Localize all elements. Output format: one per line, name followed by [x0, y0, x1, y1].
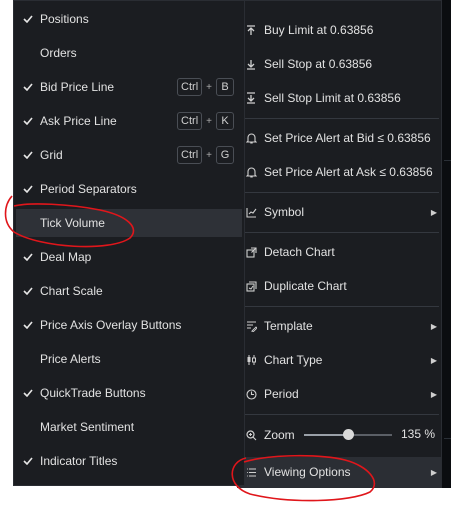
zoom-slider-fill: [304, 434, 348, 436]
submenu-arrow-icon: ▶: [430, 389, 438, 399]
menu-item-label: Buy Limit at 0.63856: [264, 23, 374, 37]
shortcut-plus: +: [206, 115, 212, 127]
submenu-item-label: Price Axis Overlay Buttons: [40, 318, 182, 332]
submenu-item-price-alerts[interactable]: Price Alerts: [16, 345, 242, 373]
keyboard-shortcut: Ctrl + G: [177, 146, 234, 164]
submenu-item-market-sentiment[interactable]: Market Sentiment: [16, 413, 242, 441]
submenu-item-label: Period Separators: [40, 182, 137, 196]
menu-item-chart-type[interactable]: Chart Type ▶: [238, 345, 441, 375]
submenu-item-label: Orders: [40, 46, 77, 60]
submenu-item-deal-map[interactable]: Deal Map: [16, 243, 242, 271]
submenu-item-label: QuickTrade Buttons: [40, 386, 146, 400]
submenu-item-ask-price-line[interactable]: Ask Price Line Ctrl + K: [16, 107, 242, 135]
shortcut-plus: +: [206, 81, 212, 93]
menu-item-label: Set Price Alert at Bid ≤ 0.63856: [264, 131, 431, 145]
submenu-item-label: Deal Map: [40, 250, 92, 264]
menu-item-zoom: Zoom 135 %: [238, 419, 441, 451]
submenu-arrow-icon: ▶: [430, 355, 438, 365]
submenu-item-label: Ask Price Line: [40, 114, 117, 128]
checkmark-icon: [16, 15, 40, 23]
menu-item-label: Sell Stop at 0.63856: [264, 57, 373, 71]
submenu-item-positions[interactable]: Positions: [16, 5, 242, 33]
submenu-item-indicator-titles[interactable]: Indicator Titles: [16, 447, 242, 475]
menu-item-template[interactable]: Template ▶: [238, 311, 441, 341]
menu-item-label: Chart Type: [264, 353, 323, 367]
menu-separator: [240, 306, 439, 307]
menu-separator: [240, 192, 439, 193]
menu-item-label: Detach Chart: [264, 245, 335, 259]
viewing-options-submenu: Positions Orders Bid Price Line Ctrl + B Ask P…: [13, 0, 245, 486]
checkmark-icon: [16, 185, 40, 193]
menu-item-label: Viewing Options: [264, 465, 351, 479]
checkmark-icon: [16, 389, 40, 397]
chart-gridline: [444, 438, 451, 439]
submenu-item-label: Bid Price Line: [40, 80, 115, 94]
checkmark-icon: [16, 253, 40, 261]
keyboard-shortcut: Ctrl + K: [177, 112, 234, 130]
submenu-item-label: Market Sentiment: [40, 420, 135, 434]
menu-item-buy-limit[interactable]: Buy Limit at 0.63856: [238, 15, 441, 45]
submenu-item-label: Price Alerts: [40, 352, 101, 366]
submenu-item-quicktrade-buttons[interactable]: QuickTrade Buttons: [16, 379, 242, 407]
menu-item-alert-ask[interactable]: Set Price Alert at Ask ≤ 0.63856: [238, 157, 441, 187]
zoom-value: 135 %: [400, 427, 435, 441]
submenu-arrow-icon: ▶: [430, 321, 438, 331]
menu-item-label: Sell Stop Limit at 0.63856: [264, 91, 401, 105]
chart-gridline: [444, 160, 451, 161]
shortcut-key-letter: G: [216, 146, 234, 164]
submenu-item-grid[interactable]: Grid Ctrl + G: [16, 141, 242, 169]
menu-item-period[interactable]: Period ▶: [238, 379, 441, 409]
submenu-item-label: Tick Volume: [40, 216, 105, 230]
checkmark-icon: [16, 287, 40, 295]
menu-item-viewing-options[interactable]: Viewing Options ▶: [238, 457, 441, 487]
menu-item-label: Duplicate Chart: [264, 279, 347, 293]
menu-item-label: Set Price Alert at Ask ≤ 0.63856: [264, 165, 433, 179]
shortcut-key-ctrl: Ctrl: [177, 112, 203, 130]
menu-item-sell-stop-limit[interactable]: Sell Stop Limit at 0.63856: [238, 83, 441, 113]
menu-separator: [240, 232, 439, 233]
submenu-item-tick-volume[interactable]: Tick Volume: [16, 209, 242, 237]
submenu-item-price-axis-overlay-buttons[interactable]: Price Axis Overlay Buttons: [16, 311, 242, 339]
submenu-item-label: Chart Scale: [40, 284, 103, 298]
menu-item-label: Period: [264, 387, 299, 401]
submenu-item-label: Positions: [40, 12, 89, 26]
checkmark-icon: [16, 457, 40, 465]
checkmark-icon: [16, 83, 40, 91]
shortcut-key-ctrl: Ctrl: [177, 146, 203, 164]
keyboard-shortcut: Ctrl + B: [177, 78, 234, 96]
submenu-item-orders[interactable]: Orders: [16, 39, 242, 67]
submenu-arrow-icon: ▶: [430, 467, 438, 477]
menu-separator: [240, 414, 439, 415]
shortcut-plus: +: [206, 149, 212, 161]
checkmark-icon: [16, 151, 40, 159]
zoom-slider-thumb[interactable]: [343, 429, 354, 440]
shortcut-key-ctrl: Ctrl: [177, 78, 203, 96]
submenu-arrow-icon: ▶: [430, 207, 438, 217]
checkmark-icon: [16, 117, 40, 125]
menu-item-symbol[interactable]: Symbol ▶: [238, 197, 441, 227]
shortcut-key-letter: B: [216, 78, 234, 96]
menu-item-label: Symbol: [264, 205, 305, 219]
checkmark-icon: [16, 321, 40, 329]
menu-item-alert-bid[interactable]: Set Price Alert at Bid ≤ 0.63856: [238, 123, 441, 153]
menu-item-label: Template: [264, 319, 313, 333]
submenu-item-chart-scale[interactable]: Chart Scale: [16, 277, 242, 305]
chart-context-menu: Buy Limit at 0.63856 Sell Stop at 0.6385…: [237, 0, 442, 488]
submenu-item-bid-price-line[interactable]: Bid Price Line Ctrl + B: [16, 73, 242, 101]
submenu-item-period-separators[interactable]: Period Separators: [16, 175, 242, 203]
shortcut-key-letter: K: [216, 112, 234, 130]
menu-separator: [240, 118, 439, 119]
menu-item-duplicate-chart[interactable]: Duplicate Chart: [238, 271, 441, 301]
menu-item-detach-chart[interactable]: Detach Chart: [238, 237, 441, 267]
submenu-item-label: Indicator Titles: [40, 454, 118, 468]
menu-item-sell-stop[interactable]: Sell Stop at 0.63856: [238, 49, 441, 79]
submenu-item-label: Grid: [40, 148, 63, 162]
